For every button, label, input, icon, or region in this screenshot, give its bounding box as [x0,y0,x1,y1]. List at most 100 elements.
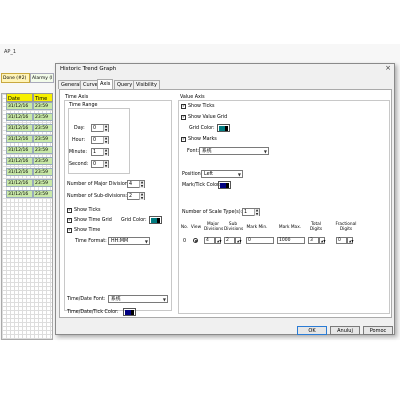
background-title: AP_1 [4,49,17,55]
spinner-arrows-icon[interactable]: ▲▼ [319,237,326,244]
chevron-down-icon: ▼ [237,172,241,177]
show-marks-checkbox[interactable]: ✓ [181,137,186,142]
time-date-font-dropdown[interactable]: 系统 ▼ [108,295,168,303]
spinner-arrows-icon[interactable]: ▲▼ [103,160,108,168]
minute-value: 1 [93,150,97,155]
value-show-ticks-checkbox[interactable]: ✓ [181,104,186,109]
value-font-dropdown[interactable]: 系统 ▼ [199,147,269,155]
position-value: Left [204,172,214,177]
show-time-grid-checkbox[interactable]: ✓ [67,218,72,223]
cell-date: 31/12/16 [6,190,33,198]
tick-color-label: Time/Date/Tick Color: [67,310,119,315]
tab-done[interactable]: Done (#2) [1,73,30,83]
mark-max-cell[interactable]: 1000 [277,237,305,244]
view-radio[interactable] [193,238,198,243]
major-division-value: 4 [129,182,133,187]
show-time-checkbox[interactable]: ✓ [67,228,72,233]
axis-panel: Time Axis Time Range Day: 0 ▲ ▼ Hour: 0 ▲ ▼ … [59,89,392,318]
second-spinner[interactable]: 0 ▲ ▼ [91,160,109,168]
minute-spinner[interactable]: 1 ▲ ▼ [91,148,109,156]
help-button[interactable]: Pomoc [363,326,393,335]
time-date-font-value: 系统 [111,297,121,302]
cell-time: 23:59 [33,168,53,176]
value-font-value: 系统 [202,149,212,154]
tab-visibility[interactable]: Visibility [133,80,160,89]
hour-value: 0 [93,138,97,143]
time-format-dropdown[interactable]: HH:MM ▼ [108,237,150,245]
spinner-arrows-icon[interactable]: ▲▼ [254,208,259,216]
time-date-font-label: Time/Date Font: [67,297,106,302]
cancel-button[interactable]: Anuluj [330,326,360,335]
color-dropdown-icon [157,218,160,223]
header-mark-max: Mark Max. [278,225,302,230]
grid-color-label: Grid Color: [121,218,147,223]
value-grid-color-label: Grid Color: [189,126,215,131]
color-dropdown-icon [225,126,228,131]
sub-division-spinner[interactable]: 2 ▲ ▼ [127,192,145,200]
header-fractional-digits: Fractional Digits [335,222,357,232]
spinner-arrows-icon[interactable]: ▲▼ [347,237,354,244]
scale-types-label: Number of Scale Type(s): [182,210,243,215]
spinner-arrows-icon[interactable]: ▲▼ [103,124,108,132]
font-label: Font: [187,149,200,154]
historic-trend-dialog: Historic Trend Graph × General Curve Axi… [55,63,395,335]
cell-date: 31/12/16 [6,135,33,143]
position-dropdown[interactable]: Left ▼ [201,170,243,178]
spinner-arrows-icon[interactable]: ▲▼ [139,180,144,188]
spinner-arrows-icon[interactable]: ▲▼ [139,192,144,200]
column-header-date[interactable]: Date [6,93,33,102]
tab-alarm[interactable]: Alarmy (I [30,73,54,83]
sub-cell[interactable]: 2 [224,237,235,244]
chevron-down-icon: ▼ [162,297,166,302]
minute-label: Minute: [69,150,88,155]
mark-color-picker[interactable] [218,181,231,189]
hour-spinner[interactable]: 0 ▲ ▼ [91,136,109,144]
show-marks-label: Show Marks [188,137,217,142]
row-number: 0 [183,239,187,244]
header-total-digits: Total Digits [309,222,323,232]
scale-types-spinner[interactable]: 1 ▲ ▼ [242,208,260,216]
cell-date: 31/12/16 [6,146,33,154]
time-format-value: HH:MM [111,239,129,244]
chevron-down-icon: ▼ [263,149,267,154]
value-grid-color-picker[interactable] [217,124,230,132]
fractional-digits-cell[interactable]: 0 [336,237,347,244]
close-icon[interactable]: × [385,64,391,72]
show-ticks-checkbox[interactable]: ✓ [67,208,72,213]
header-view: View [190,225,202,230]
day-spinner[interactable]: 0 ▲ ▼ [91,124,109,132]
cell-time: 23:59 [33,157,53,165]
cell-time: 23:59 [33,135,53,143]
spinner-arrows-icon[interactable]: ▲▼ [215,237,222,244]
mark-color-label: Mark/Tick Color: [182,183,221,188]
color-dropdown-icon [131,310,134,315]
header-major: Major Divisions [204,222,224,232]
day-value: 0 [93,126,97,131]
total-digits-cell[interactable]: 3 [308,237,319,244]
cell-date: 31/12/16 [6,102,33,110]
time-grid-color-picker[interactable] [149,216,162,224]
cell-date: 31/12/16 [6,168,33,176]
spinner-arrows-icon[interactable]: ▲▼ [103,148,108,156]
major-division-spinner[interactable]: 4 ▲ ▼ [127,180,145,188]
sub-division-value: 2 [129,194,133,199]
show-value-grid-label: Show Value Grid [188,115,228,120]
major-cell[interactable]: 4 [204,237,215,244]
time-format-label: Time Format: [75,239,107,244]
second-label: Second: [69,162,89,167]
cell-time: 23:59 [33,190,53,198]
ok-button[interactable]: OK [297,326,327,335]
sub-division-label: Number of Sub-divisions: [67,194,128,199]
position-label: Position: [182,172,203,177]
cell-time: 23:59 [33,146,53,154]
mark-min-cell[interactable]: 0 [246,237,274,244]
spinner-arrows-icon[interactable]: ▲▼ [103,136,108,144]
spinner-arrows-icon[interactable]: ▲▼ [235,237,242,244]
second-value: 0 [93,162,97,167]
tick-color-picker[interactable] [123,308,136,316]
cell-time: 23:59 [33,102,53,110]
show-ticks-label: Show Ticks [74,208,101,213]
cell-date: 31/12/16 [6,179,33,187]
show-value-grid-checkbox[interactable]: ✓ [181,115,186,120]
column-header-time[interactable]: Time [33,93,53,102]
